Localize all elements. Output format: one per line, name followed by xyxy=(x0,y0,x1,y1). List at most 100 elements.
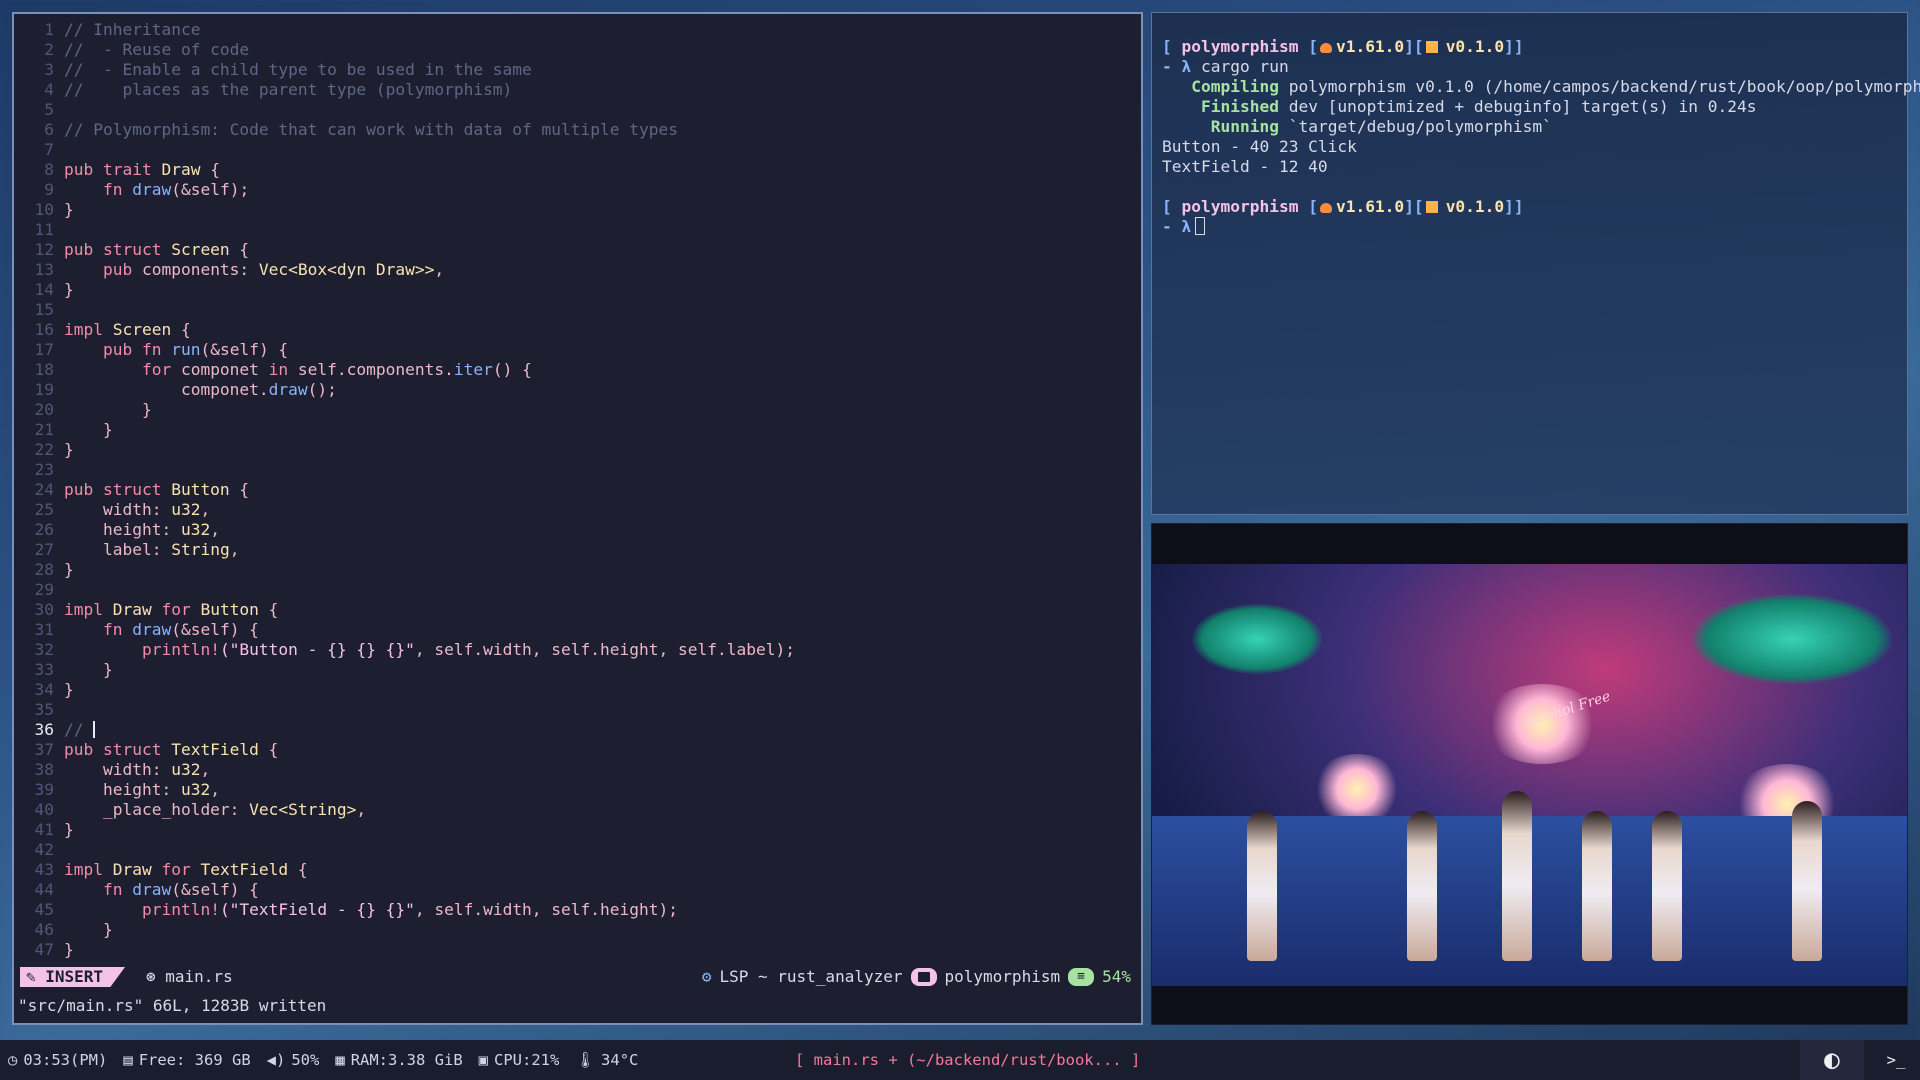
temp-text: 34°C xyxy=(601,1051,639,1069)
line-number: 4 xyxy=(44,80,54,99)
code-token: (&self) { xyxy=(200,340,289,359)
rust-version: v1.61.0 xyxy=(1335,197,1405,216)
code-line[interactable]: 35 xyxy=(14,700,1141,720)
code-line[interactable]: 24 pub struct Button { xyxy=(14,480,1141,500)
code-line[interactable]: 31 fn draw(&self) { xyxy=(14,620,1141,640)
code-line[interactable]: 7 xyxy=(14,140,1141,160)
code-line[interactable]: 13 pub components: Vec<Box<dyn Draw>>, xyxy=(14,260,1141,280)
code-line[interactable]: 21 } xyxy=(14,420,1141,440)
code-area[interactable]: 1 // Inheritance 2 // - Reuse of code 3 // - … xyxy=(14,20,1141,963)
code-line[interactable]: 11 xyxy=(14,220,1141,240)
line-number: 46 xyxy=(34,920,55,939)
code-line[interactable]: 38 width: u32, xyxy=(14,760,1141,780)
command-line[interactable]: "src/main.rs" 66L, 1283B written xyxy=(18,996,326,1015)
code-token: { xyxy=(258,740,279,759)
code-line[interactable]: 33 } xyxy=(14,660,1141,680)
code-line[interactable]: 32 println!("Button - {} {} {}", self.wi… xyxy=(14,640,1141,660)
output-finished: Finished dev [unoptimized + debuginfo] t… xyxy=(1162,97,1897,117)
code-line[interactable]: 25 width: u32, xyxy=(14,500,1141,520)
code-line[interactable]: 14} xyxy=(14,280,1141,300)
code-token: , xyxy=(200,760,211,779)
code-line[interactable]: 40 _place_holder: Vec<String>, xyxy=(14,800,1141,820)
code-line[interactable]: 2 // - Reuse of code xyxy=(14,40,1141,60)
code-line[interactable]: 42 xyxy=(14,840,1141,860)
code-token: // Inheritance xyxy=(64,20,201,39)
line-number: 38 xyxy=(34,760,55,779)
code-token: println! xyxy=(141,640,220,659)
code-line[interactable]: 16 impl Screen { xyxy=(14,320,1141,340)
code-token: for xyxy=(151,860,201,879)
code-token: , self.width, self.height); xyxy=(414,900,678,919)
code-line[interactable]: 17 pub fn run(&self) { xyxy=(14,340,1141,360)
code-line[interactable]: 30 impl Draw for Button { xyxy=(14,600,1141,620)
code-line[interactable]: 20 } xyxy=(14,400,1141,420)
code-line[interactable]: 12 pub struct Screen { xyxy=(14,240,1141,260)
code-line[interactable]: 26 height: u32, xyxy=(14,520,1141,540)
terminal-window[interactable]: [ polymorphism [v1.61.0][v0.1.0]] - λ ca… xyxy=(1151,12,1920,515)
program-output-line: Button - 40 23 Click xyxy=(1162,137,1357,156)
line-number: 19 xyxy=(34,380,55,399)
command-line-entry: - λ cargo run xyxy=(1162,57,1289,76)
code-line[interactable]: 18 for componet in self.components.iter(… xyxy=(14,360,1141,380)
code-line[interactable]: 41} xyxy=(14,820,1141,840)
editor-window[interactable]: 1 // Inheritance 2 // - Reuse of code 3 // - … xyxy=(12,12,1143,1025)
code-line[interactable]: 36 // xyxy=(14,720,1141,740)
line-number: 45 xyxy=(34,900,55,919)
code-token: impl xyxy=(64,600,113,619)
code-token: width: xyxy=(102,500,172,519)
code-line[interactable]: 48 xyxy=(14,960,1141,963)
code-line[interactable]: 43 impl Draw for TextField { xyxy=(14,860,1141,880)
filename-label: main.rs xyxy=(165,967,233,986)
window-title: [ main.rs + (~/backend/rust/book... ] xyxy=(795,1051,1141,1069)
code-line[interactable]: 23 xyxy=(14,460,1141,480)
code-line[interactable]: 5 xyxy=(14,100,1141,120)
code-line[interactable]: 9 fn draw(&self); xyxy=(14,180,1141,200)
line-number: 16 xyxy=(34,320,55,339)
code-token: } xyxy=(64,820,74,839)
code-token: { xyxy=(200,160,220,179)
code-token: // places as the parent type (polymorphi… xyxy=(64,80,513,99)
clock-widget[interactable]: ◷ 03:53(PM) xyxy=(8,1040,107,1080)
code-line[interactable]: 8 pub trait Draw { xyxy=(14,160,1141,180)
code-token: Draw xyxy=(112,860,152,879)
code-line[interactable]: 19 componet.draw(); xyxy=(14,380,1141,400)
code-line[interactable]: 34} xyxy=(14,680,1141,700)
code-line[interactable]: 22} xyxy=(14,440,1141,460)
code-line[interactable]: 10} xyxy=(14,200,1141,220)
video-window[interactable]: Alcohol Free xyxy=(1151,523,1908,1025)
code-line[interactable]: 4 // places as the parent type (polymorph… xyxy=(14,80,1141,100)
code-line[interactable]: 44 fn draw(&self) { xyxy=(14,880,1141,900)
code-line[interactable]: 47} xyxy=(14,940,1141,960)
moon-icon[interactable]: ◐ xyxy=(1800,1040,1864,1080)
code-line[interactable]: 46 } xyxy=(14,920,1141,940)
code-token: , xyxy=(200,500,211,519)
code-line[interactable]: 45 println!("TextField - {} {}", self.wi… xyxy=(14,900,1141,920)
line-number: 26 xyxy=(34,520,55,539)
line-number: 10 xyxy=(34,200,55,219)
code-token: pub struct xyxy=(64,740,172,759)
code-line[interactable]: 28} xyxy=(14,560,1141,580)
code-line[interactable]: 27 label: String, xyxy=(14,540,1141,560)
code-line[interactable]: 39 height: u32, xyxy=(14,780,1141,800)
prompt-line: [ polymorphism [v1.61.0][v0.1.0]] xyxy=(1162,37,1524,56)
code-line[interactable]: 1 // Inheritance xyxy=(14,20,1141,40)
code-line[interactable]: 3 // - Enable a child type to be used in … xyxy=(14,60,1141,80)
code-line[interactable]: 29 xyxy=(14,580,1141,600)
clock-text: 03:53(PM) xyxy=(23,1051,108,1069)
volume-widget[interactable]: ◀) 50% xyxy=(267,1040,320,1080)
code-token: height: xyxy=(102,520,181,539)
code-line[interactable]: 37 pub struct TextField { xyxy=(14,740,1141,760)
terminal-icon[interactable]: >_ xyxy=(1876,1040,1916,1080)
active-prompt[interactable]: - λ xyxy=(1162,217,1897,237)
code-token: ("TextField - {} {}" xyxy=(219,900,415,919)
code-token: componet. xyxy=(180,380,269,399)
code-line[interactable]: 6 // Polymorphism: Code that can work wit… xyxy=(14,120,1141,140)
video-frame[interactable]: Alcohol Free xyxy=(1152,564,1907,986)
code-line[interactable]: 15 xyxy=(14,300,1141,320)
